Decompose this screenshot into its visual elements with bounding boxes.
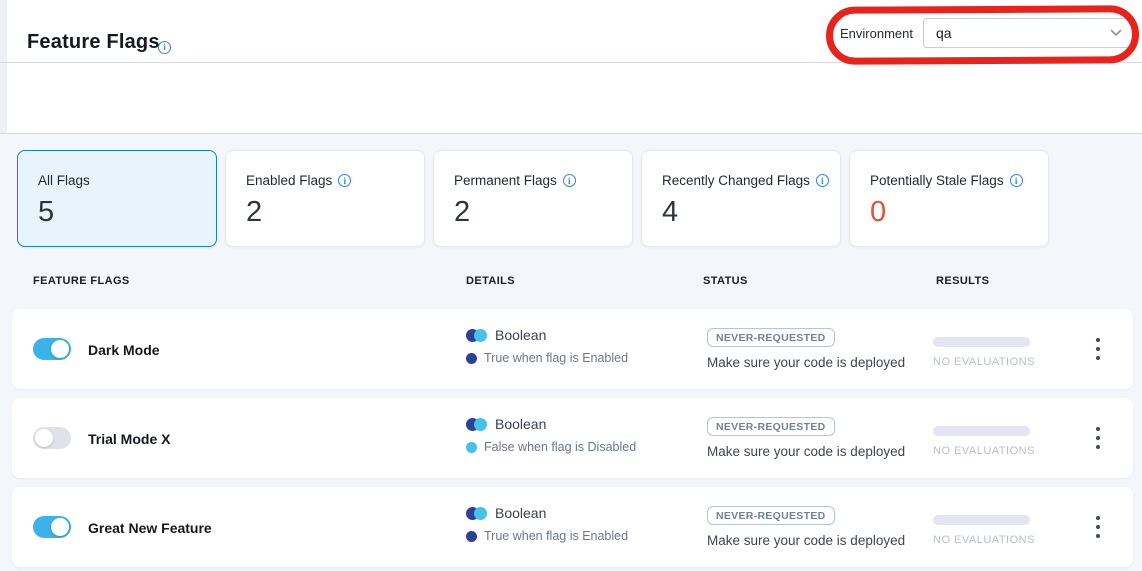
no-evaluations-label: NO EVALUATIONS (933, 356, 1043, 368)
boolean-type-icon (466, 507, 487, 520)
stat-card-recently-changed-flags[interactable]: Recently Changed Flagsi 4 (641, 150, 841, 247)
details-cell: Boolean True when flag is Enabled (466, 505, 628, 543)
page-title: Feature Flags (27, 31, 160, 54)
status-message: Make sure your code is deployed (707, 444, 905, 459)
info-icon[interactable]: i (1010, 174, 1023, 187)
info-icon[interactable]: i (338, 174, 351, 187)
flag-type: Boolean (495, 505, 546, 521)
environment-label: Environment (840, 26, 913, 41)
value-rule: True when flag is Enabled (484, 351, 628, 365)
stat-card-permanent-flags[interactable]: Permanent Flagsi 2 (433, 150, 633, 247)
stat-card-value: 4 (662, 196, 840, 229)
status-badge: NEVER-REQUESTED (707, 506, 835, 525)
flag-type: Boolean (495, 327, 546, 343)
stat-card-label: Potentially Stale Flagsi (870, 173, 1048, 188)
value-dot-icon (466, 353, 477, 364)
stat-card-label: Recently Changed Flagsi (662, 173, 840, 188)
value-rule: True when flag is Enabled (484, 529, 628, 543)
value-dot-icon (466, 531, 477, 542)
flag-toggle[interactable] (33, 516, 71, 538)
column-header-status: STATUS (703, 275, 748, 287)
stat-card-value: 0 (870, 196, 1048, 229)
flag-table-body: Dark Mode Boolean True when flag is Enable… (12, 309, 1133, 571)
toggle-knob (35, 429, 53, 447)
flag-type: Boolean (495, 416, 546, 432)
flag-name-link[interactable]: Trial Mode X (88, 431, 170, 447)
status-cell: NEVER-REQUESTED Make sure your code is de… (707, 328, 905, 370)
row-menu-button[interactable] (1089, 514, 1107, 540)
environment-select[interactable]: qa (923, 18, 1133, 48)
flag-name-link[interactable]: Dark Mode (88, 342, 160, 358)
status-badge: NEVER-REQUESTED (707, 328, 835, 347)
value-dot-icon (466, 442, 477, 453)
table-row: Trial Mode X Boolean False when flag is Di… (12, 398, 1133, 478)
flag-toggle[interactable] (33, 338, 71, 360)
boolean-type-icon (466, 329, 487, 342)
table-row: Great New Feature Boolean True when flag i… (12, 487, 1133, 567)
status-cell: NEVER-REQUESTED Make sure your code is de… (707, 417, 905, 459)
flag-name-link[interactable]: Great New Feature (88, 520, 212, 536)
row-menu-button[interactable] (1089, 425, 1107, 451)
value-rule: False when flag is Disabled (484, 440, 636, 454)
page-header: Feature Flags i Environment qa (7, 0, 1142, 62)
boolean-type-icon (466, 418, 487, 431)
table-row: Dark Mode Boolean True when flag is Enable… (12, 309, 1133, 389)
stat-card-enabled-flags[interactable]: Enabled Flagsi 2 (225, 150, 425, 247)
column-header-feature-flags: FEATURE FLAGS (33, 275, 130, 287)
column-header-results: RESULTS (936, 275, 989, 287)
table-header: FEATURE FLAGS DETAILS STATUS RESULTS (0, 275, 1142, 305)
stat-card-potentially-stale-flags[interactable]: Potentially Stale Flagsi 0 (849, 150, 1049, 247)
chevron-down-icon (1110, 29, 1122, 37)
column-header-details: DETAILS (466, 275, 515, 287)
toggle-knob (51, 340, 69, 358)
no-evaluations-label: NO EVALUATIONS (933, 534, 1043, 546)
info-icon[interactable]: i (563, 174, 576, 187)
status-message: Make sure your code is deployed (707, 533, 905, 548)
row-menu-button[interactable] (1089, 336, 1107, 362)
stat-card-value: 2 (454, 196, 632, 229)
stat-card-label: Permanent Flagsi (454, 173, 632, 188)
no-evaluations-label: NO EVALUATIONS (933, 445, 1043, 457)
environment-picker: Environment qa (840, 18, 1133, 48)
evaluations-bar (933, 337, 1030, 347)
stat-cards: All Flags5Enabled Flagsi2Permanent Flags… (17, 150, 1049, 247)
stat-card-all-flags[interactable]: All Flags 5 (17, 150, 217, 247)
evaluations-bar (933, 426, 1030, 436)
environment-value: qa (936, 25, 952, 41)
results-cell: NO EVALUATIONS (933, 515, 1043, 546)
stat-card-label: Enabled Flagsi (246, 173, 424, 188)
details-cell: Boolean True when flag is Enabled (466, 327, 628, 365)
results-cell: NO EVALUATIONS (933, 337, 1043, 368)
toggle-knob (51, 518, 69, 536)
toolbar: + New Feature Flag Set Up Git Sync (7, 63, 1142, 133)
status-message: Make sure your code is deployed (707, 355, 905, 370)
stat-card-value: 5 (38, 196, 216, 229)
info-icon[interactable]: i (816, 174, 829, 187)
evaluations-bar (933, 515, 1030, 525)
stat-card-label: All Flags (38, 173, 216, 188)
results-cell: NO EVALUATIONS (933, 426, 1043, 457)
status-badge: NEVER-REQUESTED (707, 417, 835, 436)
stat-card-value: 2 (246, 196, 424, 229)
details-cell: Boolean False when flag is Disabled (466, 416, 636, 454)
flag-toggle[interactable] (33, 427, 71, 449)
title-info-icon[interactable]: i (158, 37, 171, 55)
status-cell: NEVER-REQUESTED Make sure your code is de… (707, 506, 905, 548)
